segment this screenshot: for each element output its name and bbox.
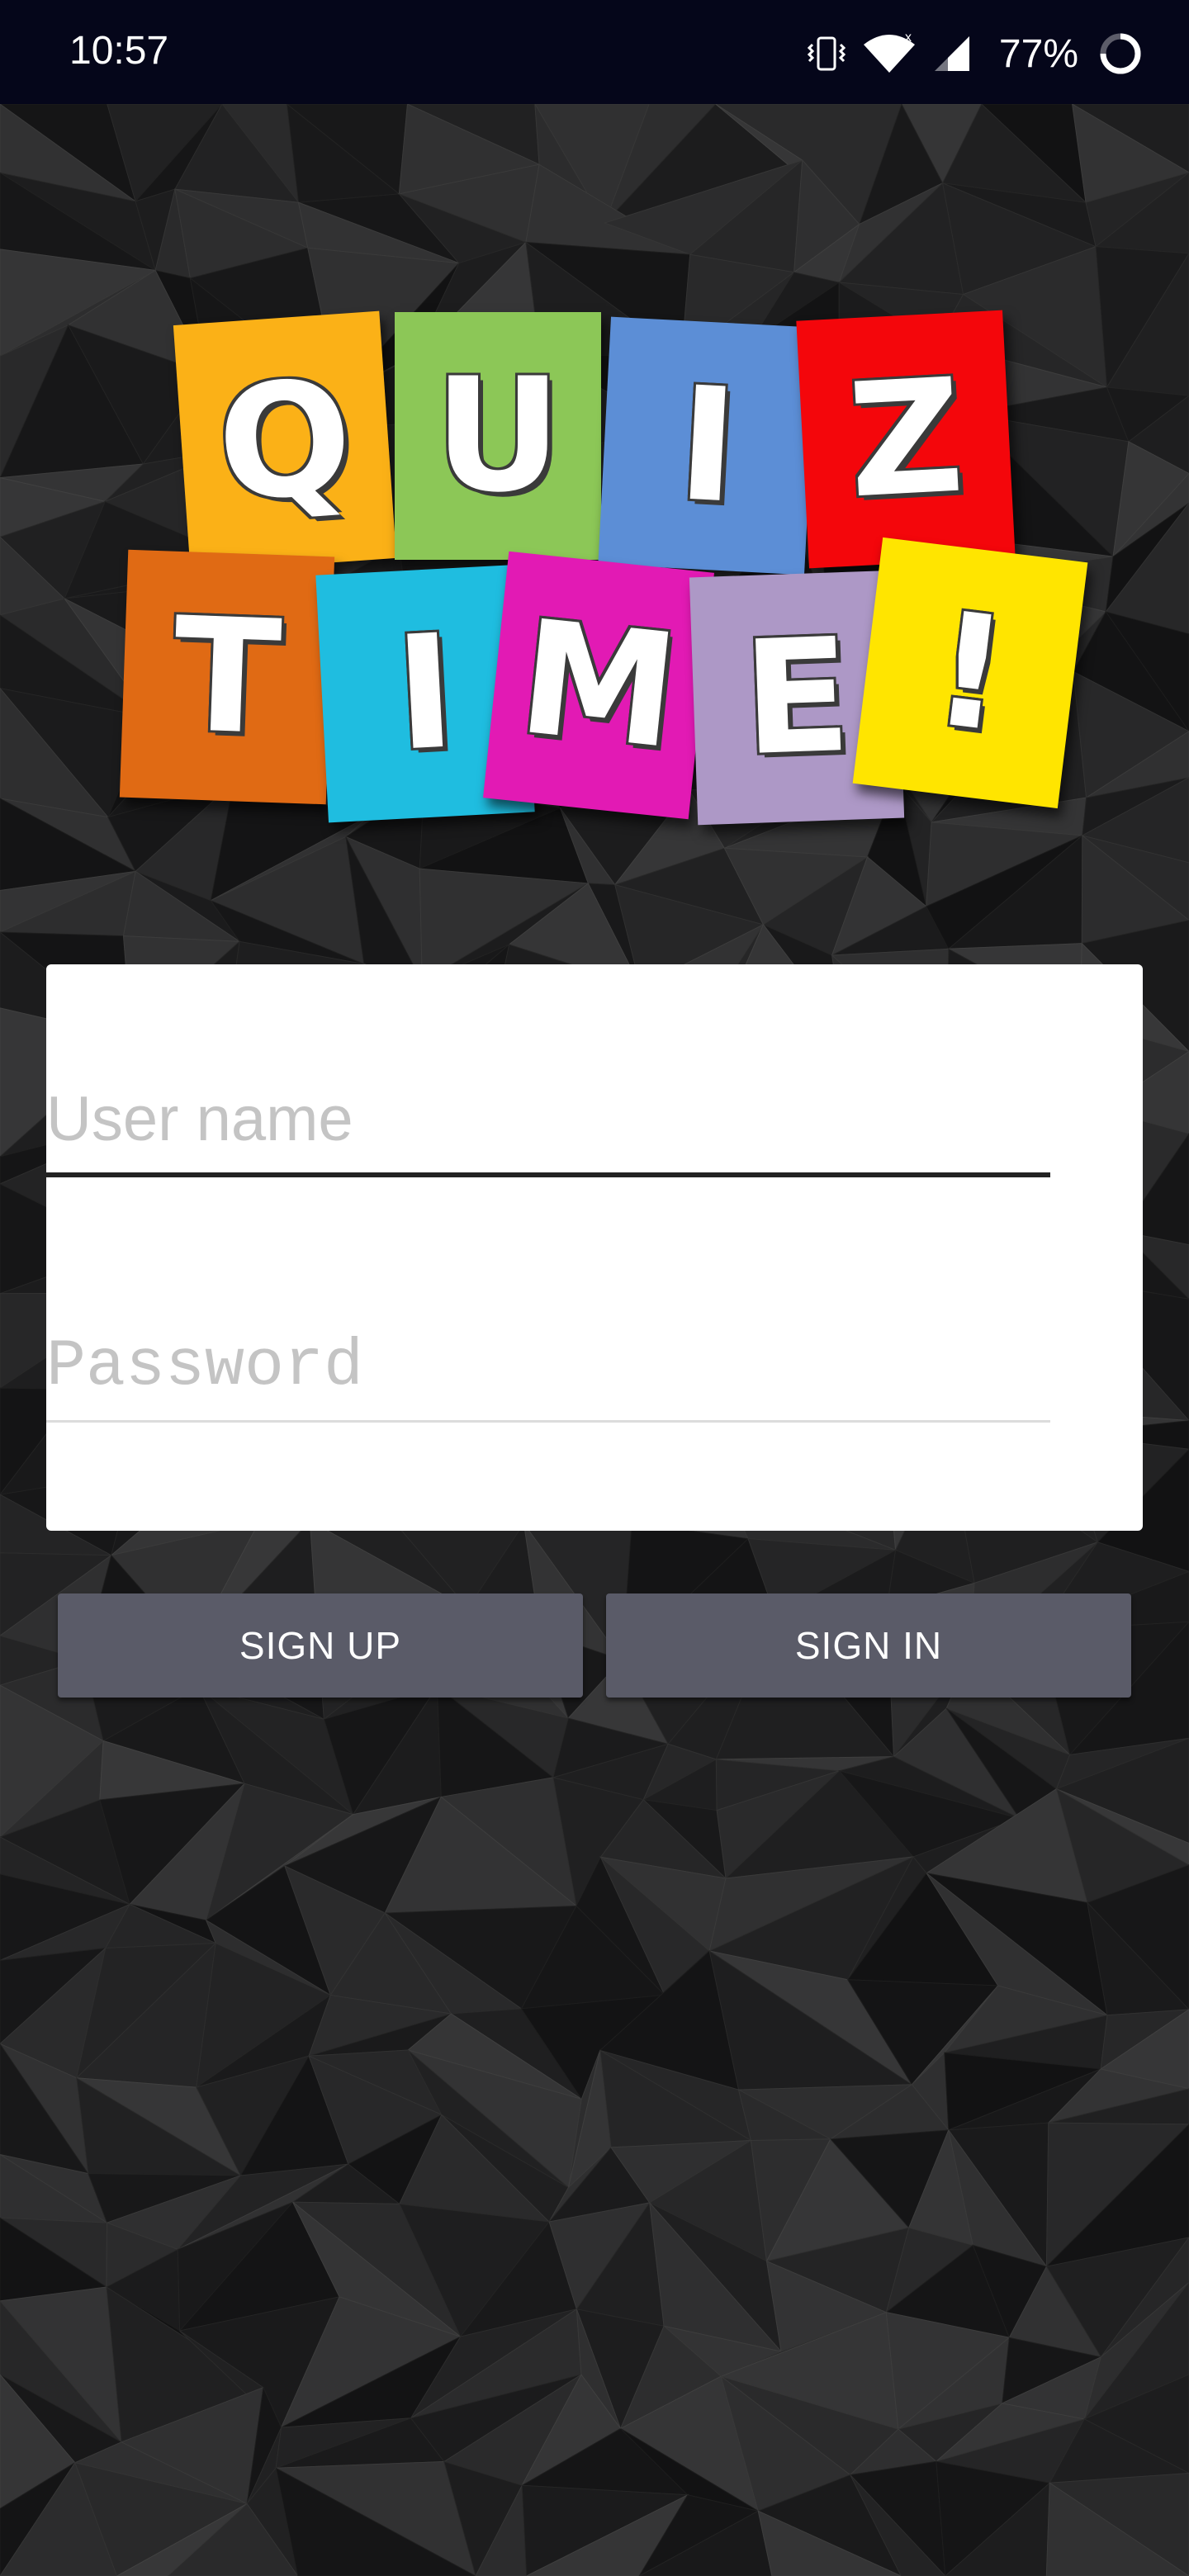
password-field-container [46, 1313, 1050, 1423]
signal-icon [931, 33, 973, 74]
status-bar: 10:57 x 77% [0, 0, 1189, 104]
sign-up-button[interactable]: SIGN UP [58, 1593, 583, 1698]
battery-percent: 77% [998, 31, 1078, 76]
login-screen: 10:57 x 77% Q U I Z T I M E ! User name … [0, 0, 1189, 2576]
quiz-time-logo: Q U I Z T I M E! [99, 297, 1090, 859]
wifi-icon: x [862, 33, 917, 74]
username-field-container [46, 1065, 1050, 1177]
vibrate-icon [806, 33, 847, 74]
logo-letter: ! [923, 577, 1017, 768]
logo-letter: Z [844, 344, 968, 533]
svg-text:x: x [905, 33, 912, 45]
logo-tile-top-4: Z [796, 310, 1016, 569]
login-card [46, 964, 1143, 1531]
battery-icon [1098, 31, 1143, 76]
logo-letter: E [740, 604, 854, 791]
logo-tile-top-3: I [598, 316, 817, 575]
status-icons: x 77% [806, 25, 1143, 83]
logo-tile-bottom-3: M [483, 551, 714, 820]
logo-letter: T [170, 583, 284, 770]
username-input[interactable] [46, 1065, 1050, 1172]
logo-letter: I [673, 353, 742, 538]
logo-tile-bottom-1: T [119, 549, 335, 805]
logo-letter: I [391, 600, 460, 786]
sign-in-button[interactable]: SIGN IN [606, 1593, 1131, 1698]
logo-letter: Q [211, 345, 358, 537]
logo-letter: U [433, 344, 562, 527]
password-input[interactable] [46, 1313, 1050, 1420]
logo-tile-top-2: U [395, 312, 601, 560]
logo-tile-bottom-5: ! [852, 537, 1088, 809]
logo-tile-top-1: Q [173, 310, 397, 573]
status-time: 10:57 [69, 29, 169, 73]
logo-letter: M [511, 585, 686, 784]
